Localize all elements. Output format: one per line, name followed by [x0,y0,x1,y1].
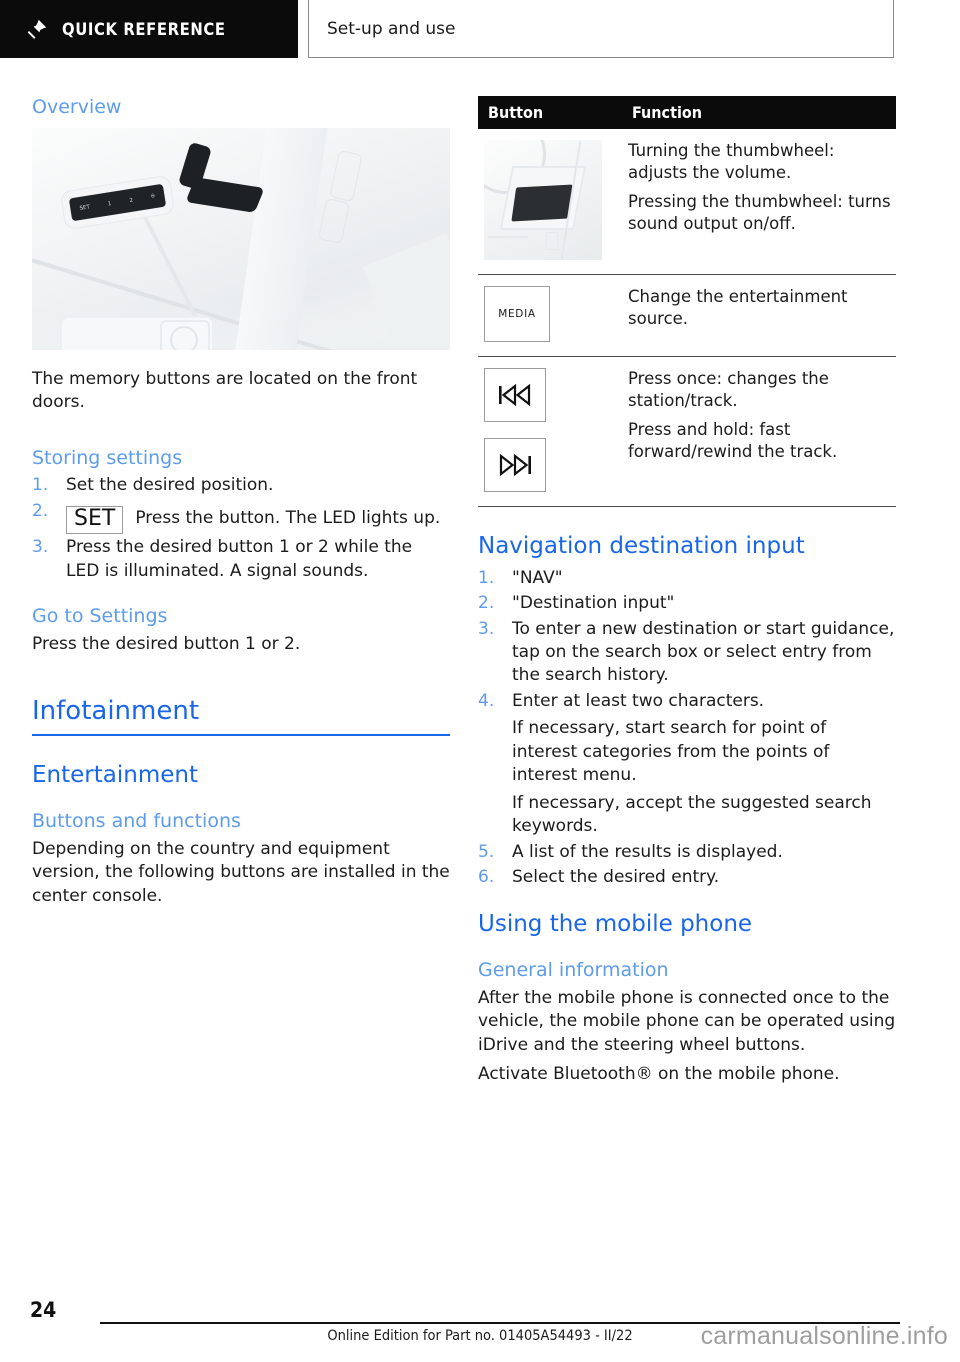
page-title: Set-up and use [327,18,456,39]
next-track-icon [498,454,532,476]
general-information-paragraph: Activate Bluetooth® on the mobile phone. [478,1064,840,1085]
table-header-row: Button Function [478,96,896,129]
buttons-and-functions-heading: Buttons and functions [32,810,241,833]
function-text: Turning the thumbwheel: adjusts the volu… [628,141,835,183]
quick-reference-label: QUICK REFERENCE [62,19,226,39]
step-number: 1. [478,567,495,588]
step-number: 5. [478,841,495,862]
step-text: "NAV" [512,567,563,588]
navigation-destination-input-heading: Navigation destination input [478,533,805,559]
table-cell-function: Change the entertainment source. [622,274,896,357]
previous-track-key[interactable] [484,368,546,422]
step-number: 1. [32,475,49,496]
table-cell-function: Turning the thumbwheel: adjusts the volu… [622,129,896,275]
buttons-and-functions-text: Depending on the country and equipment v… [32,838,450,906]
storing-settings-heading: Storing settings [32,446,183,469]
table-cell-button [478,356,622,507]
table-row: Press once: changes the station/track. P… [478,356,896,507]
table-cell-button [478,129,622,275]
step-number: 6. [478,867,495,888]
step-text: To enter a new destination or start guid… [512,618,895,686]
infotainment-heading: Infotainment [32,696,450,737]
list-item: 3. Press the desired button 1 or 2 while… [32,536,450,583]
next-track-key[interactable] [484,438,546,492]
list-item: 1. Set the desired position. [32,474,450,497]
table-cell-function: Press once: changes the station/track. P… [622,356,896,507]
list-item: 3. To enter a new destination or start g… [478,618,896,688]
general-information-paragraph: After the mobile phone is connected once… [478,987,896,1055]
set-button[interactable]: SET [66,505,124,535]
page-footer: 24 Online Edition for Part no. 01405A544… [0,1276,960,1362]
step-number: 3. [478,618,495,639]
list-item: 5. A list of the results is displayed. [478,841,896,864]
step-text: Press the button. The LED lights up. [135,507,441,528]
pushpin-icon [26,18,48,40]
step-number: 2. [32,500,49,521]
function-text: Change the entertainment source. [628,287,848,329]
entertainment-heading: Entertainment [32,762,198,789]
step-number: 2. [478,593,495,614]
page-number: 24 [30,1298,57,1322]
go-to-settings-text: Press the desired button 1 or 2. [32,634,301,655]
navigation-steps-list: 1. "NAV" 2. "Destination input" 3. To en… [478,567,896,890]
memory-button-strip: SET 1 2 ⎆ [68,183,167,222]
list-item: 2. SET Press the button. The LED lights u… [32,500,450,535]
right-column: Button Function Turning the thumbwheel: … [478,96,896,1093]
button-function-table: Button Function Turning the thumbwheel: … [478,96,896,507]
quick-reference-tab[interactable]: QUICK REFERENCE [0,0,298,58]
thumbwheel-photo [484,140,602,260]
step-extra-text: If necessary, accept the suggested searc… [512,792,872,837]
function-text: Pressing the thumbwheel: turns sound out… [628,192,891,234]
go-to-settings-heading: Go to Settings [32,605,168,628]
step-text: Press the desired button 1 or 2 while th… [66,537,413,581]
table-row: Turning the thumbwheel: adjusts the volu… [478,129,896,275]
media-key-label: MEDIA [498,308,536,320]
media-key[interactable]: MEDIA [484,286,550,342]
column-header-function: Function [622,96,896,129]
previous-track-icon [498,384,532,406]
column-header-button: Button [478,96,622,129]
step-text: "Destination input" [512,593,675,614]
function-text: Press and hold: fast forward/rewind the … [628,420,838,462]
using-mobile-phone-heading: Using the mobile phone [478,911,753,938]
door-panel-photo: SET 1 2 ⎆ [32,127,450,350]
list-item: 1. "NAV" [478,567,896,590]
page-title-box: Set-up and use [308,0,894,58]
step-number: 3. [32,537,49,558]
step-text: A list of the results is displayed. [512,841,783,862]
page-header: QUICK REFERENCE Set-up and use [0,0,960,68]
left-column: Overview SET 1 2 ⎆ The memory buttons are l… [32,96,450,914]
table-row: MEDIA Change the entertainment source. [478,274,896,357]
list-item: 6. Select the desired entry. [478,866,896,889]
step-number: 4. [478,690,495,711]
step-text: Enter at least two characters. [512,690,765,711]
function-text: Press once: changes the station/track. [628,369,829,411]
step-extra-text: If necessary, start search for point of … [512,718,830,786]
list-item: 4. Enter at least two characters. If nec… [478,690,896,839]
step-text: Select the desired entry. [512,867,720,888]
general-information-heading: General information [478,959,669,982]
table-cell-button: MEDIA [478,274,622,357]
step-text: Set the desired position. [66,475,274,496]
list-item: 2. "Destination input" [478,592,896,615]
storing-settings-list: 1. Set the desired position. 2. SET Press… [32,474,450,583]
overview-heading: Overview [32,96,122,118]
watermark: carmanualsonline.info [700,1322,948,1350]
overview-text: The memory buttons are located on the fr… [32,368,418,413]
